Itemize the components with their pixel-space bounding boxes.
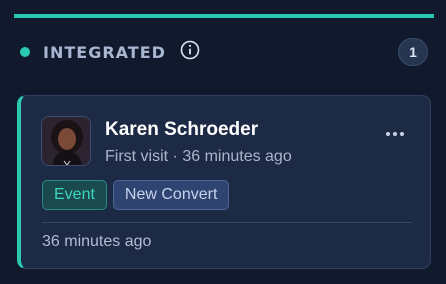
visit-subtitle: First visit · 36 minutes ago <box>105 148 292 165</box>
status-dot <box>20 47 30 57</box>
more-options-icon[interactable] <box>382 124 408 144</box>
contact-card[interactable]: Karen Schroeder First visit · 36 minutes… <box>17 95 431 269</box>
column-count-badge: 1 <box>398 38 428 66</box>
tag-event[interactable]: Event <box>42 180 107 210</box>
column-accent-bar <box>14 14 434 18</box>
tag-new-convert[interactable]: New Convert <box>112 180 230 210</box>
column-title: INTEGRATED <box>43 42 166 62</box>
column-header: INTEGRATED 1 <box>20 38 428 66</box>
avatar <box>41 116 91 166</box>
integrated-column: INTEGRATED 1 Karen Schroeder First visit… <box>0 0 446 284</box>
contact-name[interactable]: Karen Schroeder <box>105 119 258 141</box>
info-icon[interactable] <box>180 40 200 60</box>
card-timestamp: 36 minutes ago <box>42 233 152 250</box>
card-divider <box>42 222 412 223</box>
tag-list: Event New Convert <box>42 180 230 210</box>
